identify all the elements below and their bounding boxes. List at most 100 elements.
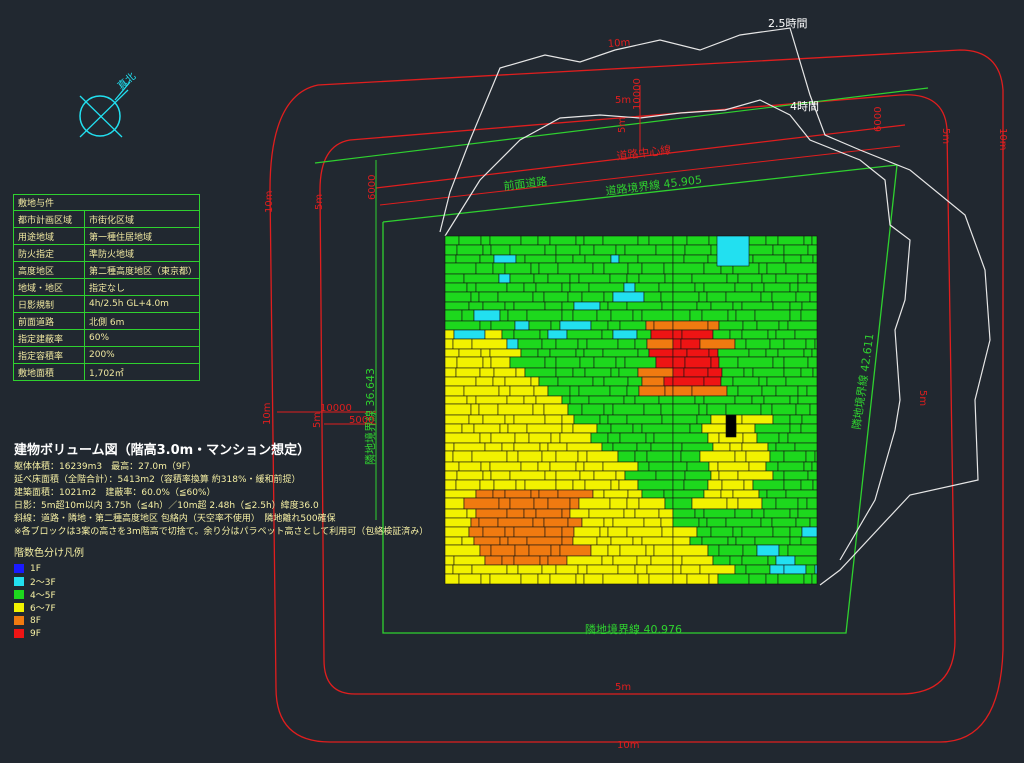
site-condition-key: 高度地区 [13,261,85,279]
label-road-center: 道路中心線 [616,142,672,163]
volume-block [623,282,636,293]
volume-block [680,564,701,575]
volume-block [696,414,712,425]
volume-block [806,385,818,397]
volume-block [482,526,506,538]
volume-block [555,450,579,463]
volume-block [444,414,470,425]
volume-block [648,461,674,472]
volume-block [775,497,799,510]
volume-block [550,432,561,444]
volume-block [664,497,674,510]
volume-block [567,291,583,303]
volume-block [506,450,519,463]
volume-block [632,423,643,434]
volume-block [783,450,807,463]
volume-block [577,450,588,463]
volume-block [452,564,473,575]
volume-block [760,403,773,416]
volume-block [761,497,777,510]
volume-block [480,235,491,246]
volume-block [718,320,744,331]
label-5m-top: 5m [615,95,631,106]
volume-block [444,517,472,528]
volume-block [812,479,818,491]
volume-block [703,489,722,499]
volume-block [539,329,549,340]
volume-block [466,395,477,405]
volume-block [672,338,682,350]
volume-block [478,517,499,528]
volume-block [566,442,603,452]
volume-block [769,450,785,463]
volume-block [550,544,561,557]
volume-block [803,573,813,585]
volume-block [524,479,557,491]
volume-block [707,544,720,557]
volume-block [710,301,734,311]
volume-block [444,376,477,387]
volume-block [515,479,526,491]
volume-block [766,376,787,387]
volume-block [689,536,703,546]
label-adj-boundary-right: 隣地境界線 42.611 [849,332,876,430]
volume-block [498,273,511,284]
info-line: 躯体体積：16239m3 最高：27.0m（9F） [14,462,196,472]
volume-block [777,573,805,585]
volume-block [588,282,625,293]
volume-block [501,555,515,566]
volume-block [444,489,477,499]
volume-block [537,235,551,246]
volume-block [592,376,605,387]
volume-block [602,235,639,246]
volume-block [696,526,712,538]
volume-block [672,573,688,585]
volume-block [725,291,762,303]
site-condition-row: 前面道路 北側 6m [13,312,200,330]
volume-block [479,320,492,331]
volume-block [479,254,495,264]
volume-block [509,356,546,369]
volume-block [696,301,712,311]
volume-block [801,301,818,311]
volume-info: 建物ボリューム図（階高3.0m・マンション想定） 躯体体積：16239m3 最高… [14,444,428,539]
volume-block [672,367,685,378]
volume-block [544,301,563,311]
volume-block [603,403,614,416]
volume-block [708,235,719,246]
volume-block [775,385,799,397]
volume-block [812,254,818,264]
volume-block [569,273,580,284]
volume-block [603,517,614,528]
site-condition-value: 北側 6m [84,312,200,330]
volume-block [506,282,525,293]
volume-block [735,309,756,322]
volume-block [811,461,818,472]
volume-block [538,376,559,387]
volume-block [686,573,710,585]
volume-block [800,367,814,378]
volume-block [617,338,636,350]
volume-block [480,348,491,358]
volume-block [444,273,465,284]
volume-block [452,450,473,463]
volume-block [672,470,686,481]
label-shadow-2.5h: 2.5時間 [768,17,808,30]
volume-block [694,395,705,405]
volume-block [513,526,546,538]
volume-block [626,385,640,397]
volume-block [586,338,619,350]
volume-block [699,564,736,575]
volume-block [706,403,727,416]
volume-block [681,442,714,452]
volume-block [710,526,734,538]
info-title: 建物ボリューム図（階高3.0m・マンション想定） [14,443,311,458]
volume-block [650,442,674,452]
volume-block [482,470,492,481]
volume-block [559,544,592,557]
site-condition-row: 高度地区 第二種高度地区（東京都） [13,261,200,279]
volume-block [626,526,663,538]
volume-block [444,338,454,350]
volume-block [610,309,634,322]
volume-block [593,356,617,369]
